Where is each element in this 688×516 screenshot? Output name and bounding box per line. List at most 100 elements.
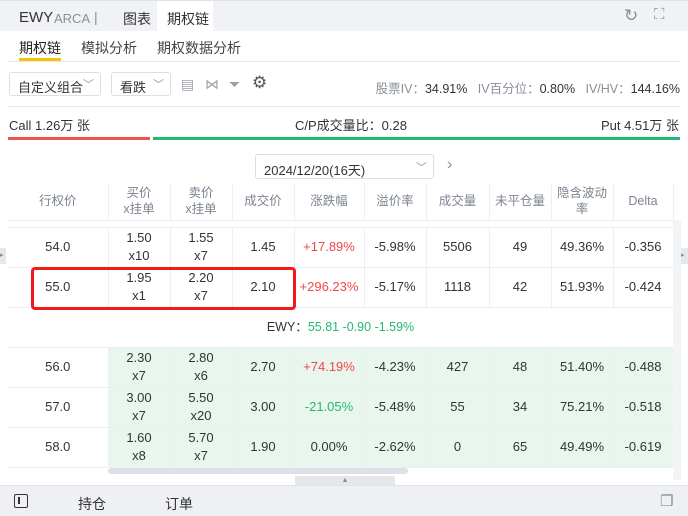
bid-size: x7 [132, 408, 146, 423]
open-interest-cell[interactable]: 49 [489, 227, 552, 268]
col-last[interactable]: 成交价 [232, 183, 295, 221]
ask-cell[interactable]: 5.70 x7 [170, 427, 233, 468]
col-open-interest[interactable]: 未平仓量 [489, 183, 552, 221]
horizontal-scrollbar[interactable] [108, 468, 408, 474]
bid-cell[interactable]: 1.60 x8 [108, 427, 171, 468]
fullscreen-icon[interactable]: ⛶ [654, 6, 665, 23]
table-row[interactable]: 54.0 1.50 x10 1.55 x7 1.45 +17.89% -5.98% 5506 49… [8, 227, 674, 268]
divider [8, 61, 680, 62]
ask-cell[interactable]: 5.50 x20 [170, 387, 233, 428]
bid-cell[interactable]: 3.00 x7 [108, 387, 171, 428]
change-cell[interactable]: +74.19% [294, 347, 365, 388]
direction-select[interactable]: 看跌 ﹀ [111, 72, 171, 96]
ask-cell[interactable]: 1.55 x7 [170, 227, 233, 268]
delta-cell[interactable]: -0.356 [613, 227, 674, 268]
last-cell[interactable]: 2.70 [232, 347, 295, 388]
bid-price: 1.50 [126, 229, 152, 245]
volume-cell[interactable]: 427 [426, 347, 490, 388]
volume-cell[interactable]: 1118 [426, 267, 490, 308]
col-ask[interactable]: 卖价 x挂单 [170, 183, 233, 221]
change-cell[interactable]: +17.89% [294, 227, 365, 268]
delta-cell[interactable]: -0.488 [613, 347, 674, 388]
bid-cell[interactable]: 1.50 x10 [108, 227, 171, 268]
open-interest-cell[interactable]: 34 [489, 387, 552, 428]
filter-icon[interactable]: ⏷ [229, 76, 240, 93]
iv-hv-label: IV/HV： [585, 82, 631, 96]
delta-cell[interactable]: -0.518 [613, 387, 674, 428]
table-row[interactable]: 58.0 1.60 x8 5.70 x7 1.90 0.00% -2.62% 0 65 49.49%… [8, 427, 674, 468]
ask-cell[interactable]: 2.80 x6 [170, 347, 233, 388]
subtab-option-data[interactable]: 期权数据分析 [157, 38, 241, 58]
left-expand-icon[interactable]: ▸ [0, 248, 6, 264]
subtab-simulation[interactable]: 模拟分析 [81, 38, 137, 58]
vertical-scrollbar[interactable] [673, 220, 681, 480]
col-premium[interactable]: 溢价率 [364, 183, 427, 221]
ask-price: 2.80 [188, 350, 214, 365]
table-row[interactable]: 56.0 2.30 x7 2.80 x6 2.70 +74.19% -4.23% 427 48 51… [8, 347, 674, 388]
right-expand-icon[interactable]: ▸ [681, 248, 688, 264]
refresh-icon[interactable]: ↻ [624, 6, 638, 26]
premium-cell[interactable]: -5.48% [364, 387, 427, 428]
col-strike[interactable]: 行权价 [8, 183, 109, 221]
strike-cell[interactable]: 56.0 [8, 347, 109, 388]
strike-cell[interactable]: 57.0 [8, 387, 109, 428]
premium-cell[interactable]: -2.62% [364, 427, 427, 468]
subtab-option-chain[interactable]: 期权链 [19, 38, 61, 58]
open-interest-cell[interactable]: 65 [489, 427, 552, 468]
iv-cell[interactable]: 49.49% [551, 427, 614, 468]
volume-cell[interactable]: 0 [426, 427, 490, 468]
underlying-pct: -1.59% [374, 320, 415, 334]
iv-cell[interactable]: 51.40% [551, 347, 614, 388]
premium-cell[interactable]: -5.17% [364, 267, 427, 308]
strike-cell[interactable]: 54.0 [8, 227, 109, 268]
bid-size: x10 [128, 247, 150, 263]
tab-option-chain[interactable]: 期权链 [167, 9, 209, 29]
next-expiry-icon[interactable]: › [447, 156, 452, 174]
tab-chart[interactable]: 图表 [123, 9, 151, 29]
premium-cell[interactable]: -4.23% [364, 347, 427, 388]
table-row[interactable]: 57.0 3.00 x7 5.50 x20 3.00 -21.05% -5.48% 55 34 75… [8, 387, 674, 428]
premium-cell[interactable]: -5.98% [364, 227, 427, 268]
open-interest-cell[interactable]: 42 [489, 267, 552, 308]
change-cell[interactable]: -21.05% [294, 387, 365, 428]
delta-cell[interactable]: -0.619 [613, 427, 674, 468]
volume-cell[interactable]: 55 [426, 387, 490, 428]
col-iv[interactable]: 隐含波动率 [551, 183, 614, 221]
col-volume[interactable]: 成交量 [426, 183, 490, 221]
stock-iv: 34.91% [424, 82, 468, 96]
change-cell[interactable]: +296.23% [294, 267, 365, 308]
iv-cell[interactable]: 49.36% [551, 227, 614, 268]
change-cell[interactable]: 0.00% [294, 427, 365, 468]
strike-cell[interactable]: 58.0 [8, 427, 109, 468]
popout-icon[interactable]: ❐ [660, 492, 673, 510]
last-cell[interactable]: 1.45 [232, 227, 295, 268]
underlying-change: -0.90 [342, 320, 372, 334]
combo-select[interactable]: 自定义组合 ﹀ [9, 72, 101, 96]
split-icon[interactable]: ⋈ [205, 76, 219, 93]
iv-cell[interactable]: 51.93% [551, 267, 614, 308]
last-cell[interactable]: 3.00 [232, 387, 295, 428]
chevron-down-icon: ﹀ [83, 79, 94, 91]
panel-toggle-icon[interactable] [14, 494, 28, 508]
iv-cell[interactable]: 75.21% [551, 387, 614, 428]
option-rows: 54.0 1.50 x10 1.55 x7 1.45 +17.89% -5.98% 5506 49… [8, 227, 674, 468]
bid-cell[interactable]: 2.30 x7 [108, 347, 171, 388]
expiry-select[interactable]: 2024/12/20(16天) ﹀ [255, 154, 434, 179]
iv-hv: 144.16% [630, 82, 680, 96]
call-volume: Call 1.26万 张 [9, 118, 90, 133]
last-cell[interactable]: 1.90 [232, 427, 295, 468]
layout-icon[interactable]: ▤ [181, 76, 194, 93]
col-bid[interactable]: 买价 x挂单 [108, 183, 171, 221]
col-change[interactable]: 涨跌幅 [294, 183, 365, 221]
ask-size: x7 [194, 247, 208, 263]
delta-cell[interactable]: -0.424 [613, 267, 674, 308]
collapse-handle-icon[interactable]: ▲ [295, 476, 395, 485]
settings-icon[interactable]: ⚙ [252, 73, 267, 93]
highlight-box [31, 267, 296, 310]
tab-positions[interactable]: 持仓 [78, 494, 106, 514]
volume-cell[interactable]: 5506 [426, 227, 490, 268]
open-interest-cell[interactable]: 48 [489, 347, 552, 388]
tab-orders[interactable]: 订单 [165, 494, 193, 514]
bid-price: 1.60 [126, 430, 152, 445]
col-delta[interactable]: Delta [613, 183, 674, 221]
